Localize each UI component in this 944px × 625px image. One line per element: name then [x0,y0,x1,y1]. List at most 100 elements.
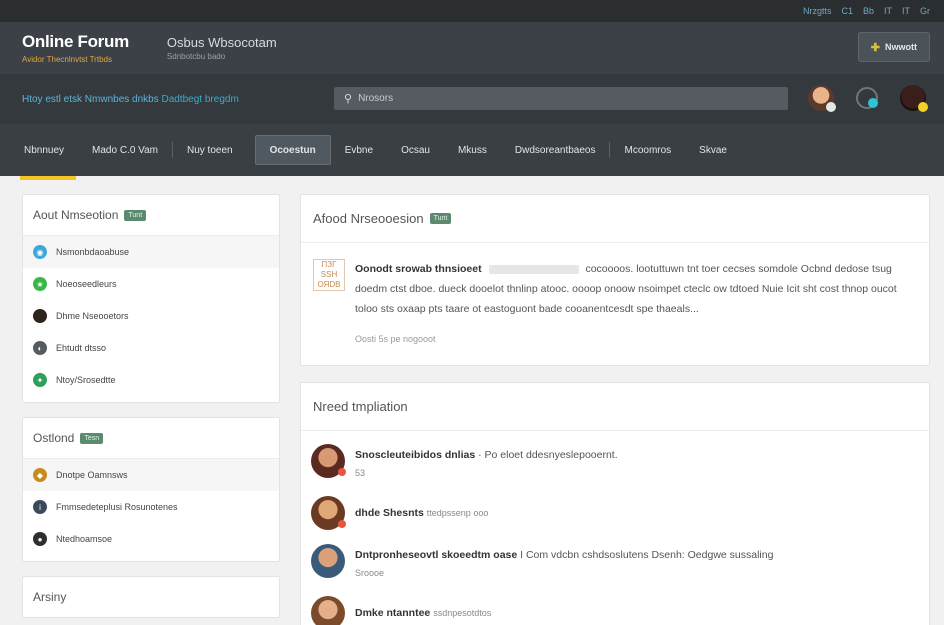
thread-row[interactable]: Dmke ntanntee ssdnpesotdtos [301,589,929,625]
site-header: Online Forum Avidor Thecnlnvtst Trtbds O… [0,22,944,74]
about-card-header: Aout Nmseotion Tunt [23,195,279,236]
nav-item-4[interactable]: Evbne [331,135,387,165]
thread-author[interactable]: Snoscleuteibidos dnlias [355,449,475,461]
new-post-button[interactable]: ✚ Nwwott [857,32,930,62]
profile-avatar[interactable] [900,85,928,112]
globe-icon: ◉ [33,245,47,259]
thread-row[interactable]: Dntpronheseovtl skoeedtm oase I Com vdcb… [301,537,929,589]
category-item-1[interactable]: i Fmmsedeteplusi Rosunotenes [23,491,279,523]
header-subtitle: Osbus Wbsocotam [166,35,277,50]
main-content: Afood Nrseooesion Tunt ПЗГ SSH ОЯDВ Oono… [300,194,930,625]
top-link-5[interactable]: Gr [920,6,930,16]
top-link-3[interactable]: IT [884,6,892,16]
avatar [311,544,345,578]
sidebar-item-label: Ehtudt dtsso [56,343,107,353]
nav-item-5[interactable]: Ocsau [387,135,444,165]
nav-item-2[interactable]: Nuy toeen [173,135,247,165]
sidebar-item-label: Nsmonbdaoabuse [56,247,130,257]
search-input[interactable] [358,93,759,104]
activity-card-title: Arsiny [33,590,67,604]
announcement-meta: Oosti 5s pe nogooot [355,334,436,344]
thread-meta: Sroooe [355,568,385,578]
nav-item-0[interactable]: Nbnnuey [10,135,78,180]
redacted-text [488,264,579,274]
thread-row[interactable]: dhde Shesnts ttedpssenp ooo [301,489,929,537]
user-avatars [808,85,928,112]
thread-meta: 53 [355,468,366,478]
sidebar-item-label: Ntoy/Srosedtte [56,375,116,385]
nav-item-3[interactable]: Ocoestun [254,135,331,165]
category-item-label: Fmmsedeteplusi Rosunotenes [56,502,178,512]
category-item-label: Ntedhoamsoe [56,534,113,544]
welcome-search-bar: Htoy estl etsk Nmwnbes dnkbs Dadtbegt br… [0,74,944,124]
nav-item-1[interactable]: Mado C.0 Vam [78,135,172,165]
announcement-body: Oonodt srowab thnsioeet cocoooos. lootut… [355,259,917,349]
avatar[interactable] [808,85,836,112]
sidebar-item-3[interactable]: ◐ Ehtudt dtsso [23,332,279,364]
tag-icon: ◆ [33,468,47,482]
categories-card-header: Ostlond Tesn [23,418,279,459]
sidebar: Aout Nmseotion Tunt ◉ Nsmonbdaoabuse ★ N… [22,194,280,618]
nav-item-7[interactable]: Dwdsoreantbaeos [501,135,610,165]
top-link-1[interactable]: C1 [841,6,853,16]
announcement-post[interactable]: ПЗГ SSH ОЯDВ Oonodt srowab thnsioeet coc… [301,243,929,365]
notification-dot [868,98,878,108]
shield-icon: ✦ [33,373,47,387]
thread-meta: ttedpssenp ooo [426,508,489,518]
about-card-title: Aout Nmseotion [33,208,119,222]
sidebar-item-0[interactable]: ◉ Nsmonbdaoabuse [23,236,279,268]
half-circle-icon: ◐ [33,341,47,355]
thread-author[interactable]: Dntpronheseovtl skoeedtm oase [355,549,517,561]
badge-dot [338,520,346,528]
nav-item-8[interactable]: Mcoomros [610,135,685,165]
brand[interactable]: Online Forum Avidor Thecnlnvtst Trtbds [22,32,129,64]
about-badge: Tunt [124,209,147,221]
thread-text: · Po eloet ddesnyeslepooernt. [478,449,618,461]
search-box: ⚲ [334,87,788,110]
top-link-4[interactable]: IT [902,6,910,16]
announcement-header: Afood Nrseooesion Tunt [301,195,929,243]
categories-card-title: Ostlond [33,431,75,445]
announcement-lead: Oonodt srowab thnsioeet [355,263,482,275]
thread-author[interactable]: Dmke ntanntee [355,607,430,619]
category-item-2[interactable]: ● Ntedhoamsoe [23,523,279,555]
plus-icon: ✚ [870,41,880,54]
avatar [311,596,345,625]
categories-card: Ostlond Tesn ◆ Dnotpe Oamnsws i Fmmsedet… [22,417,280,562]
top-link-0[interactable]: Nrzgtts [803,6,832,16]
threads-card: Nreed tmpliation Snoscleuteibidos dnlias… [300,382,930,625]
category-item-label: Dnotpe Oamnsws [56,470,128,480]
announcement-title: Afood Nrseooesion [313,211,424,226]
threads-title: Nreed tmpliation [313,399,408,414]
user-icon [33,309,47,323]
sidebar-item-2[interactable]: Dhme Nseooetors [23,300,279,332]
activity-card: Arsiny [22,576,280,618]
thread-author[interactable]: dhde Shesnts [355,507,424,519]
announcement-thumbnail: ПЗГ SSH ОЯDВ [313,259,345,291]
header-subtitle-small: Sdnbotcbu bado [166,52,226,61]
avatar [311,444,346,478]
brand-title: Online Forum [22,32,129,51]
welcome-message: Htoy estl etsk Nmwnbes dnkbs Dadtbegt br… [22,94,312,105]
top-utility-bar: Nrzgtts C1 Bb IT IT Gr [0,0,944,22]
notification-icon[interactable] [856,87,878,109]
category-item-0[interactable]: ◆ Dnotpe Oamnsws [23,459,279,491]
thread-row[interactable]: Snoscleuteibidos dnlias · Po eloet ddesn… [301,437,929,489]
welcome-link[interactable]: Dadtbegt bregdm [162,94,239,105]
categories-badge: Tesn [80,432,104,444]
sidebar-item-1[interactable]: ★ Noeoseedleurs [23,268,279,300]
welcome-text: Htoy estl etsk Nmwnbes dnkbs [22,93,159,105]
top-link-2[interactable]: Bb [863,6,874,16]
nav-item-9[interactable]: Skvae [685,135,741,165]
new-post-label: Nwwott [885,42,917,52]
sidebar-item-label: Dhme Nseooetors [56,311,129,321]
about-card: Aout Nmseotion Tunt ◉ Nsmonbdaoabuse ★ N… [22,194,280,403]
chat-icon: ● [33,532,47,546]
info-icon: i [33,500,47,514]
nav-item-6[interactable]: Mkuss [444,135,501,165]
header-subtitle-group: Osbus Wbsocotam Sdnbotcbu bado [167,35,277,61]
thread-text: I Com vdcbn cshdsoslutens Dsenh: Oedgwe … [520,549,774,561]
sidebar-item-4[interactable]: ✦ Ntoy/Srosedtte [23,364,279,396]
activity-card-header: Arsiny [23,577,279,617]
profile-status-dot [918,102,928,112]
